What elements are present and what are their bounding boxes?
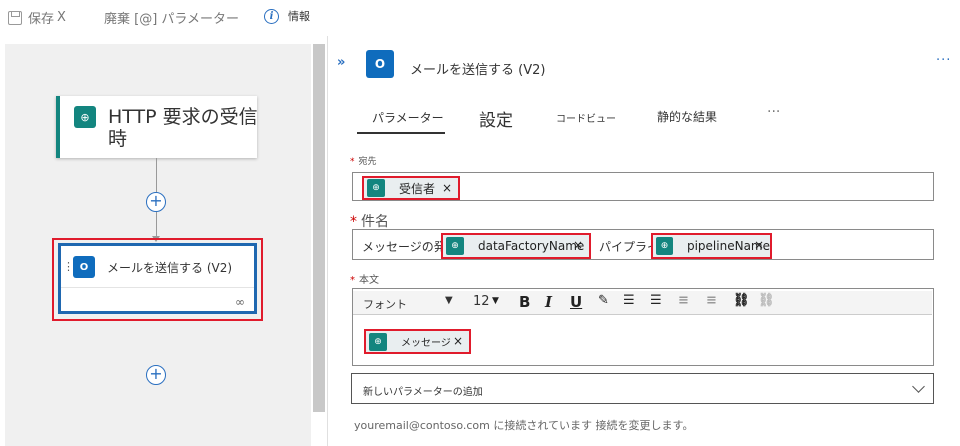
http-request-icon: ⊕ [369, 332, 387, 351]
tab-static-results[interactable]: 静的な結果 [657, 108, 717, 125]
body-token[interactable]: ⊕ メッセージ × [364, 329, 471, 354]
save-label: 保存 [28, 12, 55, 27]
font-size-select[interactable]: 12 [473, 294, 490, 309]
tab-parameters[interactable]: パラメーター [372, 109, 444, 126]
trigger-title: HTTP 要求の受信時 [108, 106, 258, 150]
discard-button[interactable]: 廃棄 [@] パラメーター [104, 8, 239, 27]
remove-token-icon[interactable]: × [442, 181, 452, 195]
add-parameter-label: 新しいパラメーターの追加 [363, 387, 483, 398]
tab-code-view[interactable]: コードビュー [556, 110, 616, 125]
add-step-button[interactable]: + [146, 365, 166, 385]
expand-panel-icon[interactable]: » [337, 55, 345, 70]
action-card-divider [61, 287, 254, 288]
info-label: 情報 [288, 10, 310, 23]
bold-icon[interactable]: B [519, 293, 530, 311]
subject-token-1-label: dataFactoryName [478, 239, 585, 253]
subject-label: * 件名 [350, 214, 389, 230]
add-step-button[interactable]: + [146, 192, 166, 212]
font-select[interactable]: フォント [363, 296, 407, 312]
save-close-mark: X [57, 10, 66, 25]
tab-settings[interactable]: 設定 [479, 106, 513, 131]
font-dropdown-icon[interactable]: ▼ [445, 295, 453, 306]
add-parameter-dropdown[interactable]: 新しいパラメーターの追加 [351, 373, 934, 404]
numbered-list-icon[interactable]: ☰ [650, 293, 662, 308]
indent-icon[interactable]: ≡ [706, 293, 717, 308]
to-token[interactable]: ⊕ 受信者 × [362, 176, 460, 200]
panel-title: メールを送信する (V2) [410, 63, 546, 78]
connector-line [156, 212, 157, 236]
remove-token-icon[interactable]: × [453, 334, 463, 348]
outlook-icon: O [73, 256, 95, 278]
active-tab-indicator [357, 132, 445, 134]
http-request-icon: ⊕ [74, 106, 96, 128]
remove-token-icon[interactable]: × [573, 238, 583, 252]
underline-icon[interactable]: U [570, 293, 582, 311]
body-label: * 本文 [350, 275, 379, 286]
trigger-card[interactable]: ⊕ HTTP 要求の受信時 [56, 96, 258, 158]
tab-more[interactable]: ··· [767, 104, 780, 120]
bullet-list-icon[interactable]: ☰ [623, 293, 635, 308]
link-icon[interactable]: ⛓ [733, 293, 750, 308]
send-email-action-card[interactable]: ⋮ O メールを送信する (V2) ∞ [58, 243, 257, 314]
link-icon: ∞ [235, 295, 245, 309]
to-label: * 宛先 [350, 157, 377, 167]
chevron-down-icon [912, 380, 925, 393]
http-request-icon: ⊕ [367, 179, 385, 197]
pen-color-icon[interactable]: ✎ [598, 293, 609, 308]
outdent-icon[interactable]: ≡ [678, 293, 689, 308]
more-options-icon[interactable]: ··· [936, 53, 951, 68]
info-icon: i [264, 8, 279, 24]
connector-line [156, 158, 157, 192]
command-bar: 保存 X 廃棄 [@] パラメーター i 情報 [0, 0, 960, 34]
save-icon [8, 10, 22, 25]
http-request-icon: ⊕ [656, 237, 673, 255]
unlink-icon[interactable]: ⛓ [758, 293, 775, 308]
discard-label: 廃棄 [@] パラメーター [104, 12, 240, 27]
subject-token-data-factory[interactable]: ⊕ dataFactoryName × [441, 233, 591, 259]
subject-token-pipeline[interactable]: ⊕ pipelineName × [651, 233, 772, 259]
action-title: メールを送信する (V2) [107, 261, 233, 275]
canvas-scrollbar[interactable] [313, 44, 325, 412]
rich-text-toolbar: フォント ▼ 12 ▼ B I U ✎ ☰ ☰ ≡ ≡ ⛓ ⛓ [353, 291, 932, 315]
info-button[interactable]: i 情報 [264, 8, 310, 24]
italic-icon[interactable]: I [545, 293, 552, 311]
save-button[interactable]: 保存 X [8, 8, 66, 27]
body-token-label: メッセージ [401, 338, 451, 349]
to-token-label: 受信者 [399, 181, 436, 196]
connection-info: youremail@contoso.com に接続されています 接続を変更します… [354, 419, 694, 432]
panel-divider [327, 36, 328, 446]
font-size-dropdown-icon[interactable]: ▼ [492, 296, 499, 306]
remove-token-icon[interactable]: × [754, 238, 764, 252]
http-request-icon: ⊕ [446, 237, 464, 255]
outlook-icon: O [366, 50, 394, 78]
